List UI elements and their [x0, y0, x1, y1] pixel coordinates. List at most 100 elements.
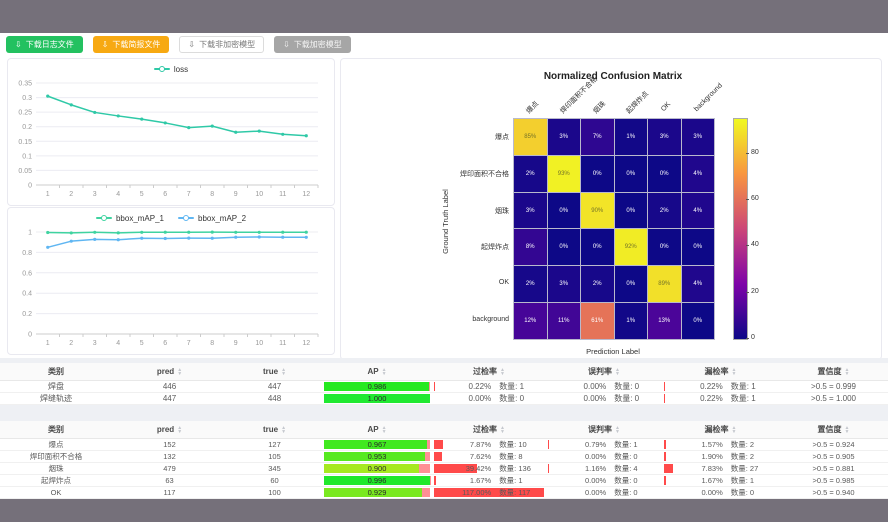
- sorter-icon[interactable]: ▲▼: [281, 426, 286, 434]
- metric-cell: 0.00%数量: 0: [548, 393, 660, 404]
- miss-cell: 0.22%数量: 1: [662, 381, 779, 393]
- pred-count: 152: [112, 439, 227, 451]
- column-header-label: true: [263, 425, 278, 434]
- column-header-2[interactable]: true▲▼: [227, 363, 322, 381]
- cm-cell: 3%: [514, 193, 547, 229]
- column-header-7[interactable]: 置信度▲▼: [779, 363, 888, 381]
- map-line-chart: 00.20.40.60.81123456789101112: [8, 226, 332, 350]
- ap-value: 0.929: [324, 488, 430, 497]
- legend-marker-icon: [154, 66, 170, 73]
- y-tick-label: 0.8: [22, 250, 32, 257]
- column-header-4[interactable]: 过检率▲▼: [432, 363, 546, 381]
- legend-label: loss: [174, 65, 188, 74]
- class-name: 焊盘: [0, 381, 112, 393]
- column-header-label: AP: [367, 425, 378, 434]
- sorter-icon[interactable]: ▲▼: [615, 426, 620, 434]
- column-header-4[interactable]: 过检率▲▼: [432, 421, 546, 439]
- metric-percent: 0.00%: [548, 382, 606, 391]
- y-tick-label: 0.2: [22, 311, 32, 318]
- ap-value: 0.986: [324, 382, 430, 391]
- cm-cell: 3%: [682, 119, 715, 155]
- cm-cell: 11%: [548, 303, 581, 339]
- colorbar-tick-label: 60: [751, 195, 759, 202]
- cm-row-label: background: [447, 316, 509, 323]
- metric-percent: 1.90%: [664, 452, 723, 461]
- pred-count: 446: [112, 381, 227, 393]
- ap-value: 0.900: [324, 464, 430, 473]
- sorter-icon[interactable]: ▲▼: [382, 368, 387, 376]
- cm-row-label: 焊印面积不合格: [447, 169, 509, 179]
- metric-cell: 0.22%数量: 1: [664, 381, 777, 392]
- download-log-button[interactable]: ⇩ 下载日志文件: [6, 36, 83, 53]
- misjudge-cell: 0.00%数量: 0: [546, 487, 662, 499]
- x-tick-label: 6: [163, 191, 167, 198]
- sorter-icon[interactable]: ▲▼: [500, 426, 505, 434]
- cm-cell: 0%: [682, 303, 715, 339]
- sorter-icon[interactable]: ▲▼: [177, 368, 182, 376]
- column-header-1[interactable]: pred▲▼: [112, 421, 227, 439]
- column-header-label: 漏检率: [705, 366, 729, 377]
- column-header-1[interactable]: pred▲▼: [112, 363, 227, 381]
- y-tick-label: 0.35: [18, 81, 32, 88]
- cm-cell: 0%: [648, 156, 681, 192]
- metric-cell: 1.90%数量: 2: [664, 451, 777, 462]
- column-header-7[interactable]: 置信度▲▼: [779, 421, 888, 439]
- ap-cell: 0.929: [322, 487, 432, 499]
- sorter-icon[interactable]: ▲▼: [615, 368, 620, 376]
- metric-percent: 117.00%: [434, 488, 491, 497]
- misjudge-cell: 1.16%数量: 4: [546, 463, 662, 475]
- cm-cell: 90%: [581, 193, 614, 229]
- cm-cell: 0%: [682, 229, 715, 265]
- column-header-6[interactable]: 漏检率▲▼: [662, 421, 779, 439]
- class-name: 爆点: [0, 439, 112, 451]
- sorter-icon[interactable]: ▲▼: [845, 426, 850, 434]
- column-header-3[interactable]: AP ▲▼: [322, 421, 432, 439]
- ap-cell: 0.967: [322, 439, 432, 451]
- column-header-5[interactable]: 误判率▲▼: [546, 421, 662, 439]
- cm-cell: 1%: [615, 119, 648, 155]
- legend-item-bbox_mAP_2[interactable]: bbox_mAP_2: [178, 214, 246, 223]
- legend-marker-icon: [178, 215, 194, 222]
- column-header-6[interactable]: 漏检率▲▼: [662, 363, 779, 381]
- sorter-icon[interactable]: ▲▼: [845, 368, 850, 376]
- sorter-icon[interactable]: ▲▼: [732, 368, 737, 376]
- loss-chart-card: loss 00.050.10.150.20.250.30.35123456789…: [7, 58, 335, 206]
- metric-count: 数量: 2: [731, 439, 754, 450]
- sorter-icon[interactable]: ▲▼: [177, 426, 182, 434]
- legend-item-bbox_mAP_1[interactable]: bbox_mAP_1: [96, 214, 164, 223]
- column-header-label: 类别: [48, 366, 64, 377]
- confidence-value: >0.5 = 0.924: [779, 439, 888, 451]
- legend-marker-icon: [96, 215, 112, 222]
- metric-percent: 0.00%: [434, 394, 491, 403]
- cm-cell: 61%: [581, 303, 614, 339]
- download-encrypted-model-button[interactable]: ⇩ 下载加密模型: [274, 36, 351, 53]
- download-icon: ⇩: [102, 41, 109, 49]
- sorter-icon[interactable]: ▲▼: [500, 368, 505, 376]
- metric-percent: 0.00%: [664, 488, 723, 497]
- confidence-value: >0.5 = 0.999: [779, 381, 888, 393]
- colorbar-tick-label: 0: [751, 334, 755, 341]
- metric-cell: 0.00%数量: 0: [548, 451, 660, 462]
- legend-label: bbox_mAP_2: [198, 214, 246, 223]
- legend-item-loss[interactable]: loss: [154, 65, 188, 74]
- window-frame: ⇩ 下载日志文件 ⇩ 下载简报文件 ⇩ 下载非加密模型 ⇩ 下载加密模型 los…: [0, 0, 888, 522]
- metric-percent: 1.57%: [664, 440, 723, 449]
- metric-cell: 39.42%数量: 136: [434, 463, 544, 474]
- miss-cell: 7.83%数量: 27: [662, 463, 779, 475]
- class-name: 焊印面积不合格: [0, 451, 112, 463]
- loss-chart-legend: loss: [8, 61, 334, 77]
- sorter-icon[interactable]: ▲▼: [732, 426, 737, 434]
- download-report-button[interactable]: ⇩ 下载简报文件: [93, 36, 170, 53]
- miss-cell: 1.90%数量: 2: [662, 451, 779, 463]
- x-tick-label: 9: [234, 191, 238, 198]
- cm-cell: 4%: [682, 266, 715, 302]
- column-header-3[interactable]: AP▲▼: [322, 363, 432, 381]
- cm-row-label: 起焊炸点: [447, 242, 509, 252]
- column-header-2[interactable]: true▲▼: [227, 421, 322, 439]
- column-header-label: 类别: [48, 424, 64, 435]
- download-unencrypted-model-button[interactable]: ⇩ 下载非加密模型: [179, 36, 264, 53]
- column-header-5[interactable]: 误判率▲▼: [546, 363, 662, 381]
- sorter-icon[interactable]: ▲▼: [382, 426, 387, 434]
- metric-percent: 0.00%: [548, 394, 606, 403]
- sorter-icon[interactable]: ▲▼: [281, 368, 286, 376]
